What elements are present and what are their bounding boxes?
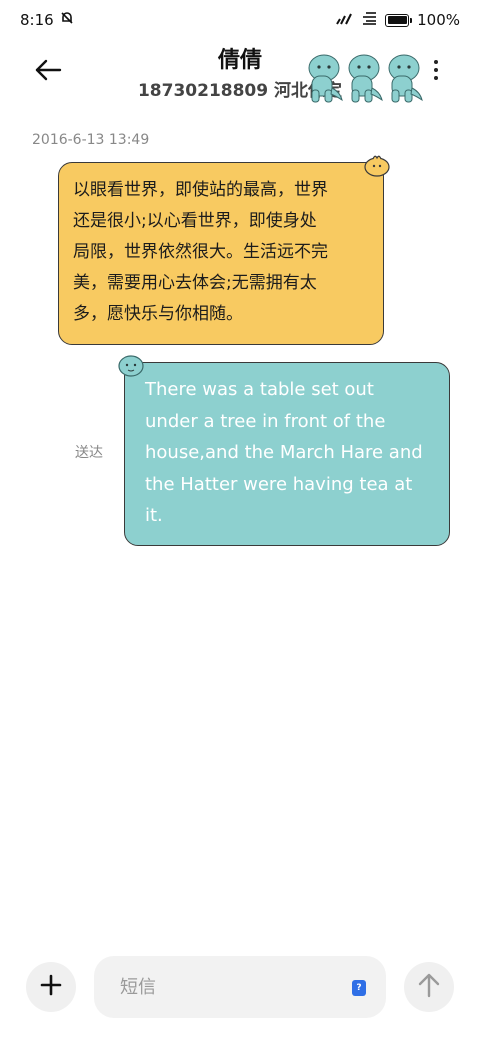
more-options-icon <box>434 60 438 64</box>
delivery-status: 送达 <box>75 445 103 461</box>
status-bar: 8:16 100% <box>0 0 480 40</box>
message-line: 还是很小;以心看世界，即使身处 <box>73 211 317 231</box>
chick-sticker-icon <box>362 152 392 182</box>
message-timestamp: 2016-6-13 13:49 <box>32 132 150 148</box>
message-input-container[interactable]: ? <box>94 956 386 1018</box>
incoming-message-bubble[interactable]: 以眼看世界，即使站的最高，世界 还是很小;以心看世界，即使身处 局限，世界依然很… <box>58 162 384 345</box>
message-line: under a tree in front of the <box>145 410 386 432</box>
battery-icon <box>385 13 413 27</box>
message-line: 美，需要用心去体会;无需拥有太 <box>73 273 317 293</box>
message-line: There was a table set out <box>145 379 374 400</box>
status-left: 8:16 <box>20 11 74 29</box>
signal-icon <box>335 11 353 29</box>
message-line: it. <box>145 505 163 526</box>
message-line: 局限，世界依然很大。生活远不完 <box>73 242 328 262</box>
battery-percent: 100% <box>417 11 460 29</box>
message-input[interactable] <box>120 956 340 1018</box>
more-options-button[interactable] <box>424 54 448 86</box>
add-attachment-button[interactable] <box>26 962 76 1012</box>
dino-sticker-icon <box>116 352 146 382</box>
wifi-icon <box>361 11 377 29</box>
do-not-disturb-icon <box>60 11 74 29</box>
send-button[interactable] <box>404 962 454 1012</box>
status-right: 100% <box>335 11 460 29</box>
status-time: 8:16 <box>20 11 54 29</box>
message-line: 多，愿快乐与你相随。 <box>73 304 243 324</box>
outgoing-message-bubble[interactable]: There was a table set out under a tree i… <box>124 362 450 546</box>
sim-card-icon[interactable]: ? <box>352 980 366 996</box>
plus-icon <box>39 973 63 1001</box>
message-line: 以眼看世界，即使站的最高，世界 <box>73 180 328 200</box>
message-line: house,and the March Hare and <box>145 442 423 463</box>
message-line: the Hatter were having tea at <box>145 473 413 495</box>
conversation-header: 倩倩 18730218809 河北保定 <box>0 40 480 104</box>
dino-mascot-icon <box>304 50 426 106</box>
battery-level-fill <box>387 16 407 24</box>
send-arrow-icon <box>417 972 441 1002</box>
